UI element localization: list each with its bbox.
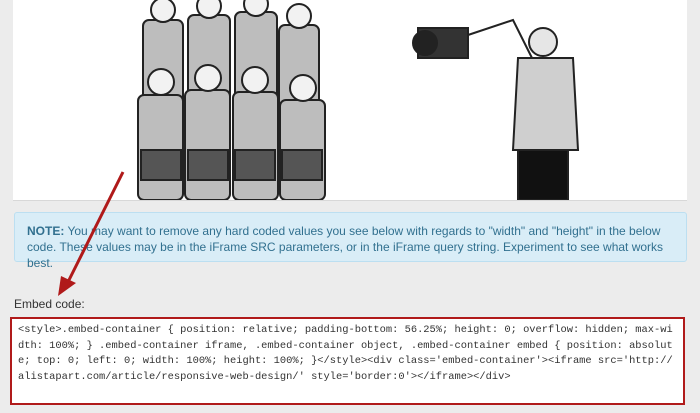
cartoon-drawing <box>137 0 580 200</box>
embed-code-label: Embed code: <box>14 297 85 311</box>
cartoon-illustration <box>13 0 687 201</box>
arrow-head <box>58 276 76 296</box>
note-text: You may want to remove any hard coded va… <box>27 224 664 270</box>
photographer-figure <box>412 18 580 200</box>
embed-code-text[interactable]: <style>.embed-container { position: rela… <box>18 323 675 385</box>
note-label: NOTE: <box>27 224 65 238</box>
embed-code-field[interactable]: <style>.embed-container { position: rela… <box>10 317 685 405</box>
crowd-figures <box>137 0 326 200</box>
note-alert: NOTE: You may want to remove any hard co… <box>14 212 687 270</box>
